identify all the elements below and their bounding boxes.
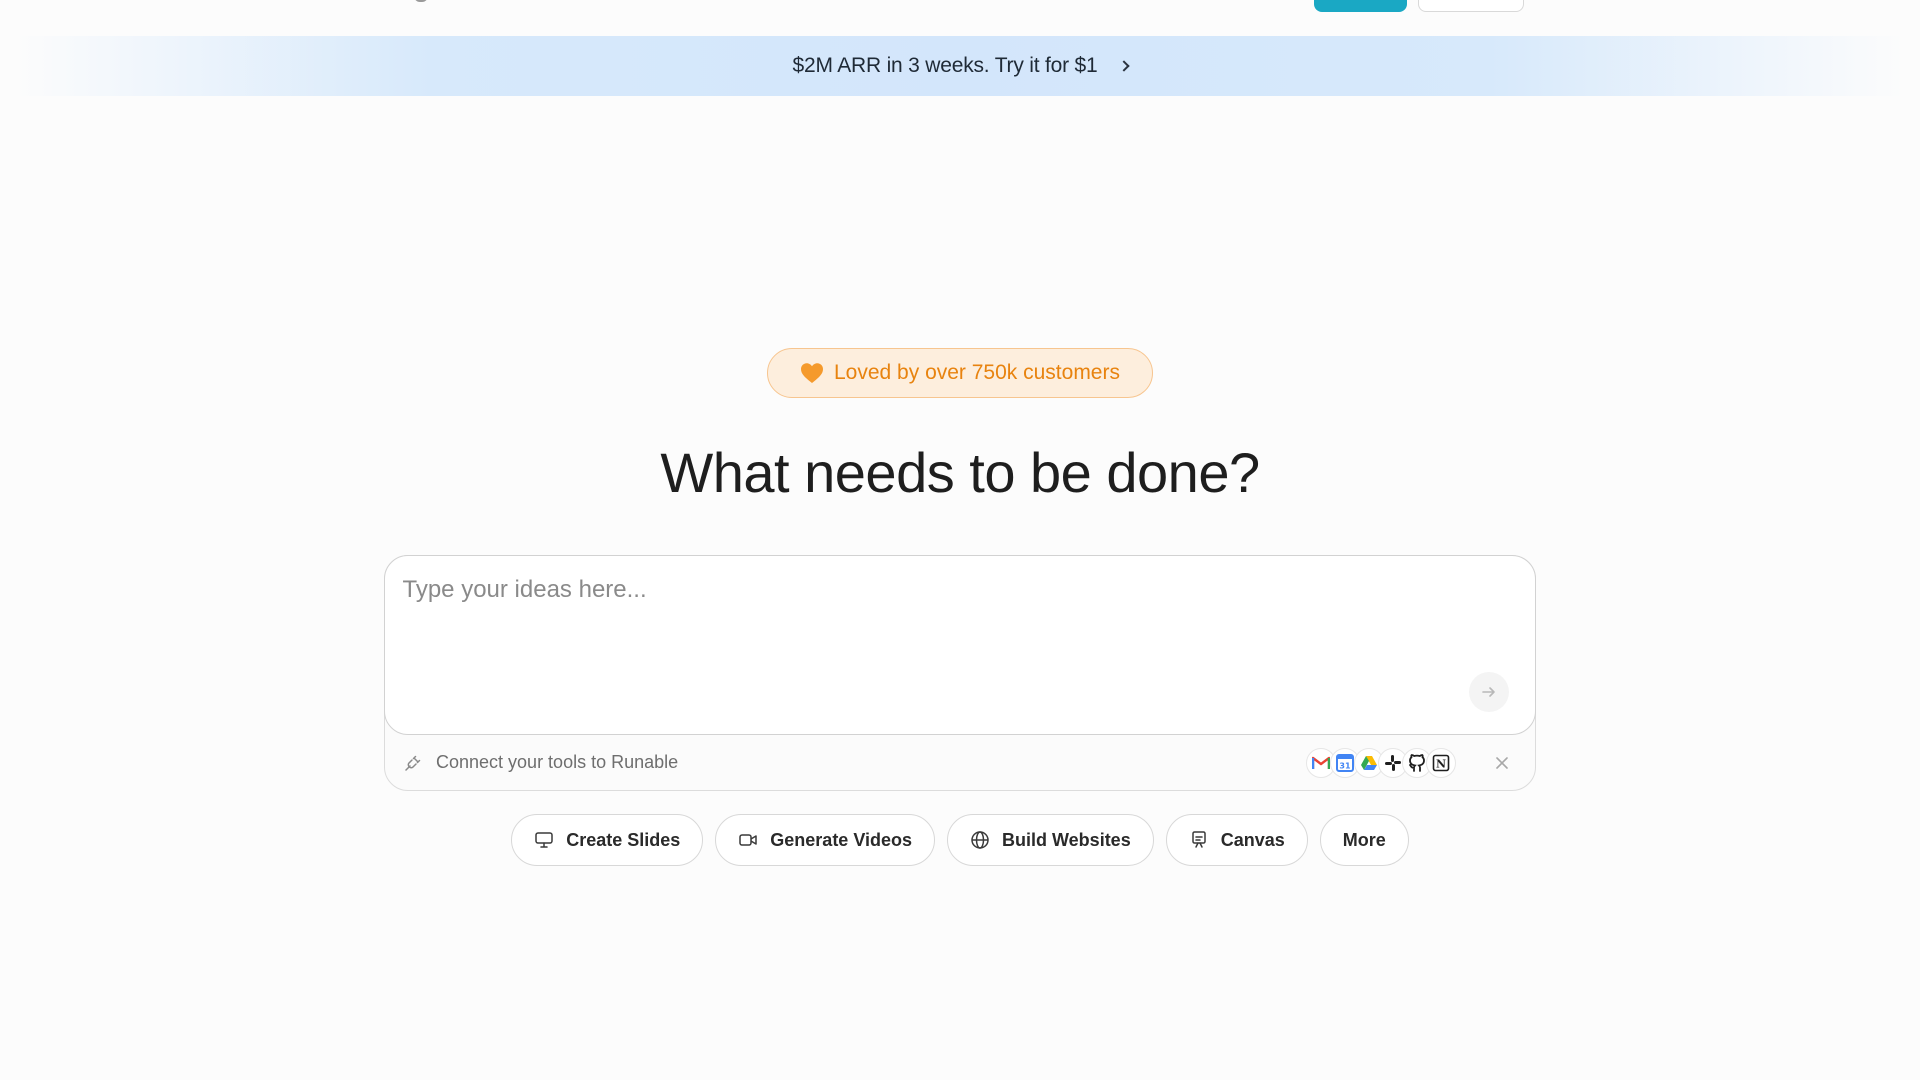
social-proof-badge: Loved by over 750k customers: [767, 348, 1153, 398]
logo-icon[interactable]: [414, 0, 428, 2]
chip-label: More: [1342, 829, 1386, 850]
close-icon[interactable]: [1491, 752, 1513, 774]
generate-videos-button[interactable]: Generate Videos: [715, 814, 936, 866]
video-camera-icon: [739, 834, 758, 846]
presentation-icon: [535, 832, 553, 848]
canvas-button[interactable]: Canvas: [1165, 814, 1308, 866]
connect-tools-text: Connect your tools to Runable: [436, 752, 679, 772]
chevron-right-icon: [1117, 60, 1130, 72]
promo-banner-text: $2M ARR in 3 weeks. Try it for $1: [792, 54, 1098, 77]
prompt-composer: Connect your tools to Runable 31: [383, 554, 1536, 791]
notion-letter: N: [1436, 758, 1446, 771]
prompt-box: [383, 554, 1536, 735]
globe-icon: [971, 831, 989, 849]
create-slides-button[interactable]: Create Slides: [511, 814, 704, 866]
chip-label: Canvas: [1220, 829, 1285, 850]
plug-icon: [405, 755, 421, 771]
more-button[interactable]: More: [1319, 814, 1409, 866]
primary-cta-button[interactable]: [1314, 0, 1407, 12]
heart-icon: [801, 363, 823, 383]
quick-actions: Create Slides Generate Videos Build Webs…: [0, 814, 1920, 866]
top-navbar: [0, 0, 1920, 36]
calendar-day-text: 31: [1339, 762, 1351, 771]
chip-label: Create Slides: [566, 829, 681, 850]
prompt-input[interactable]: [402, 575, 1503, 696]
tool-icons-group[interactable]: 31 N: [1306, 748, 1456, 778]
connect-tools-row[interactable]: Connect your tools to Runable 31 N: [385, 736, 1535, 790]
secondary-cta-button[interactable]: [1418, 0, 1524, 12]
promo-banner[interactable]: $2M ARR in 3 weeks. Try it for $1: [14, 36, 1906, 96]
notion-icon: N: [1426, 748, 1456, 778]
send-button[interactable]: [1468, 671, 1509, 712]
page-title: What needs to be done?: [660, 441, 1260, 504]
easel-icon: [1191, 831, 1206, 848]
chip-label: Generate Videos: [770, 829, 913, 850]
badge-text: Loved by over 750k customers: [834, 361, 1120, 384]
arrow-right-icon: [1481, 686, 1495, 697]
chip-label: Build Websites: [1002, 829, 1131, 850]
build-websites-button[interactable]: Build Websites: [947, 814, 1154, 866]
